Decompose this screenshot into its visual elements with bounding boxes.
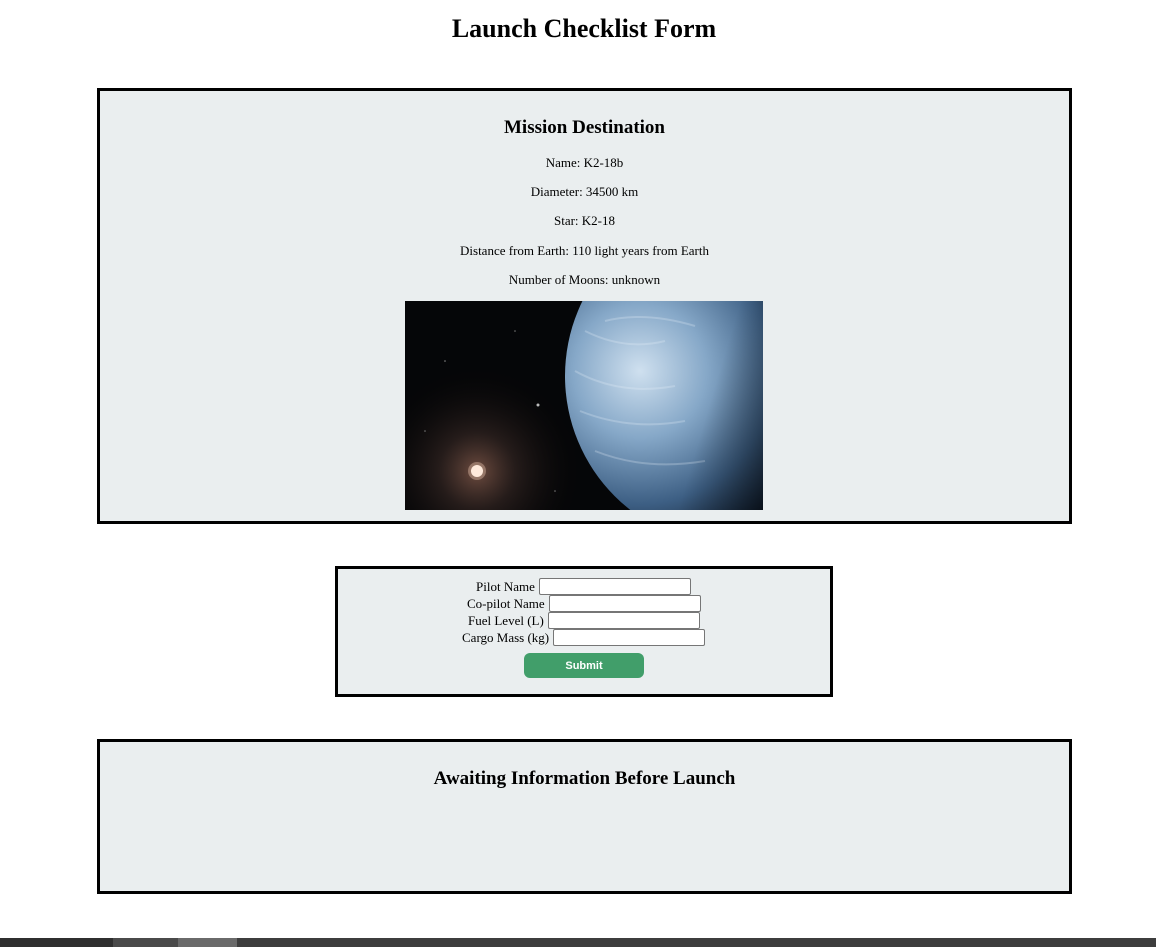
horizontal-scrollbar[interactable] [0,938,1156,947]
copilot-name-label: Co-pilot Name [467,595,545,611]
fuel-level-label: Fuel Level (L) [468,612,544,628]
fuel-level-row: Fuel Level (L) [468,612,700,629]
launch-status-panel: Awaiting Information Before Launch [97,739,1072,894]
cargo-mass-label: Cargo Mass (kg) [462,629,550,645]
launch-form-panel: Pilot Name Co-pilot Name Fuel Level (L) … [335,566,833,697]
planet-moons: Number of Moons: unknown [508,272,661,287]
submit-button[interactable]: Submit [524,653,644,678]
cargo-mass-row: Cargo Mass (kg) [462,629,706,646]
planet-distance: Distance from Earth: 110 light years fro… [460,243,709,258]
launch-status-heading: Awaiting Information Before Launch [433,768,736,789]
scrollbar-track-segment [113,938,178,947]
page-title: Launch Checklist Form [451,14,717,43]
copilot-name-input[interactable] [548,595,701,612]
scrollbar-track-left [0,938,113,947]
planet-image [405,301,763,510]
planet-diameter: Diameter: 34500 km [530,184,639,199]
planet-star: Star: K2-18 [553,213,616,228]
fuel-level-input[interactable] [547,612,700,629]
cargo-mass-input[interactable] [553,629,706,646]
copilot-name-row: Co-pilot Name [467,595,701,612]
pilot-name-row: Pilot Name [476,578,691,595]
mission-destination-panel: Mission Destination Name: K2-18b Diamete… [97,88,1072,524]
planet-name: Name: K2-18b [545,155,624,170]
mission-heading: Mission Destination [504,117,665,138]
scrollbar-track-right [237,938,1156,947]
pilot-name-label: Pilot Name [476,578,535,594]
scrollbar-thumb[interactable] [178,938,237,947]
pilot-name-input[interactable] [538,578,691,595]
